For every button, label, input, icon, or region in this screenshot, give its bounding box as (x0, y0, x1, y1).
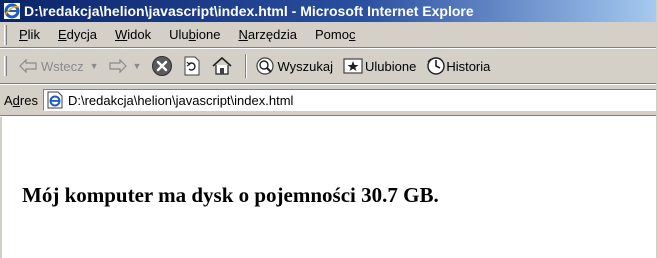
address-bar: Adres D:\redakcja\helion\javascript\inde… (0, 84, 658, 116)
favorites-star-icon (343, 58, 363, 74)
address-url: D:\redakcja\helion\javascript\index.html (67, 92, 294, 108)
menu-ulubione-accel: b (188, 27, 196, 42)
back-label: Wstecz (41, 58, 84, 74)
menu-bar-grip[interactable] (4, 24, 7, 45)
menu-edycja-accel: E (57, 27, 67, 42)
menu-widok-accel: W (114, 27, 128, 42)
menu-pomoc-pre: Pomo (314, 27, 349, 42)
page-content: Mój komputer ma dysk o pojemności 30.7 G… (0, 117, 658, 258)
toolbar-grip[interactable] (4, 56, 7, 76)
address-label-accel: d (12, 92, 20, 108)
address-label-pre: A (4, 92, 13, 108)
menu-narzedzia-accel: N (238, 27, 248, 42)
menu-narzedzia[interactable]: Narzędzia (238, 27, 297, 42)
menu-edycja-rest: dycja (66, 27, 97, 42)
search-icon (256, 57, 275, 75)
internet-explorer-icon (4, 3, 20, 19)
back-button[interactable]: Wstecz ▼ (19, 59, 99, 74)
history-label: Historia (446, 58, 491, 74)
forward-button[interactable]: ▼ (108, 59, 142, 73)
menu-widok[interactable]: Widok (115, 27, 151, 42)
page-text: Mój komputer ma dysk o pojemności 30.7 G… (22, 183, 439, 207)
menu-pomoc[interactable]: Pomoc (315, 27, 355, 42)
refresh-button[interactable] (183, 56, 201, 76)
stop-icon (152, 56, 173, 76)
page-icon (47, 91, 63, 109)
window-title: D:\redakcja\helion\javascript\index.html… (24, 3, 474, 19)
favorites-button[interactable]: Ulubione (343, 57, 416, 75)
menu-pomoc-accel: c (348, 27, 356, 42)
history-button[interactable]: Historia (426, 56, 490, 76)
address-label: Adres (4, 93, 38, 108)
menu-plik-accel: P (19, 27, 28, 42)
menu-edycja[interactable]: Edycja (58, 27, 97, 42)
search-label: Wyszukaj (277, 58, 333, 74)
back-dropdown-arrow[interactable]: ▼ (90, 61, 99, 71)
stop-button[interactable] (151, 55, 173, 77)
menu-plik[interactable]: Plik (19, 27, 40, 42)
favorites-label: Ulubione (364, 58, 417, 74)
menu-widok-rest: idok (127, 27, 152, 42)
content-left-border (0, 117, 2, 258)
menu-ulubione-rest: ione (195, 27, 221, 42)
forward-dropdown-arrow[interactable]: ▼ (133, 61, 142, 71)
menu-narzedzia-rest: arzędzia (247, 27, 297, 42)
menu-plik-rest: lik (27, 27, 40, 42)
address-input[interactable]: D:\redakcja\helion\javascript\index.html (42, 89, 658, 111)
menu-bar: Plik Edycja Widok Ulubione Narzędzia Pom… (0, 22, 658, 48)
home-button[interactable] (211, 56, 233, 76)
forward-arrow-icon (108, 59, 127, 73)
address-label-rest: res (19, 92, 38, 108)
menu-ulubione[interactable]: Ulubione (169, 27, 220, 42)
history-icon (427, 57, 446, 75)
back-arrow-icon (19, 59, 37, 73)
toolbar-separator (245, 54, 248, 78)
home-icon (212, 56, 233, 75)
search-button[interactable]: Wyszukaj (255, 56, 333, 76)
menu-ulubione-pre: Ulu (169, 27, 189, 42)
standard-toolbar: Wstecz ▼ ▼ Wyszukaj Ulubione Historia (0, 48, 658, 84)
refresh-icon (184, 56, 200, 76)
title-bar[interactable]: D:\redakcja\helion\javascript\index.html… (0, 0, 658, 22)
